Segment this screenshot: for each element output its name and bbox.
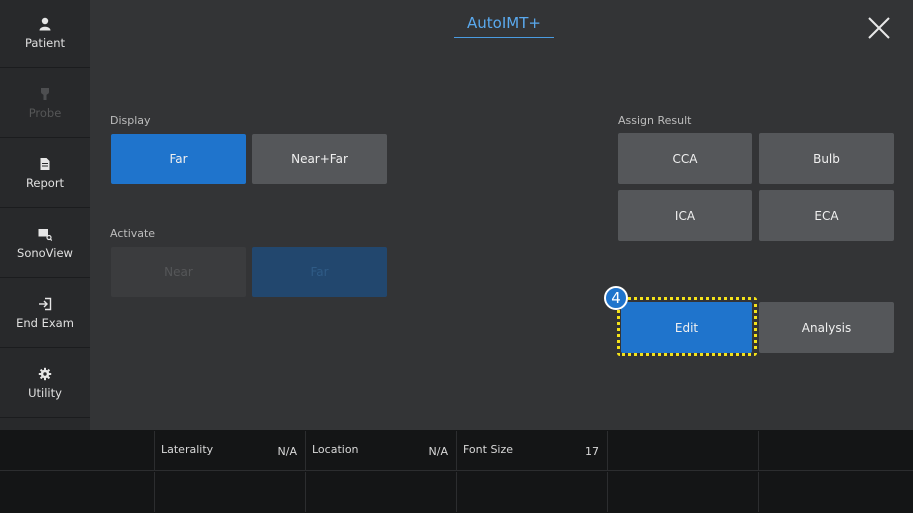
status-cell-empty bbox=[457, 472, 608, 512]
status-cell-empty bbox=[759, 431, 913, 471]
sidebar-item-sonoview[interactable]: SonoView bbox=[0, 210, 90, 278]
status-bar: Laterality N/A Location N/A Font Size 17 bbox=[0, 430, 913, 513]
display-near-far-button[interactable]: Near+Far bbox=[252, 134, 387, 184]
assign-bulb-button[interactable]: Bulb bbox=[759, 133, 894, 184]
status-cell-empty bbox=[0, 431, 155, 471]
status-cell-empty bbox=[608, 472, 759, 512]
sidebar-item-label: Patient bbox=[24, 36, 66, 50]
status-field-key: Laterality bbox=[161, 443, 214, 456]
sidebar-item-label: Utility bbox=[28, 386, 62, 400]
sidebar-item-patient[interactable]: Patient bbox=[0, 0, 90, 68]
person-icon bbox=[39, 17, 51, 31]
sidebar-item-utility[interactable]: Utility bbox=[0, 350, 90, 418]
status-cell-empty bbox=[306, 472, 457, 512]
sidebar: Patient Probe Report SonoView End Exam U… bbox=[0, 0, 90, 430]
sidebar-item-label: Report bbox=[25, 176, 65, 190]
sidebar-item-label: Probe bbox=[28, 106, 62, 120]
close-icon[interactable] bbox=[865, 14, 893, 42]
page-title: AutoIMT+ bbox=[454, 14, 554, 38]
autoimt-panel: AutoIMT+ Display Far Near+Far Activate N… bbox=[90, 0, 913, 430]
status-field-laterality: Laterality N/A bbox=[155, 431, 306, 471]
display-far-button[interactable]: Far bbox=[111, 134, 246, 184]
activate-near-button: Near bbox=[111, 247, 246, 297]
status-field-value: N/A bbox=[428, 445, 448, 458]
assign-cca-button[interactable]: CCA bbox=[618, 133, 752, 184]
assign-result-label: Assign Result bbox=[618, 114, 692, 127]
assign-ica-button[interactable]: ICA bbox=[618, 190, 752, 241]
status-field-key: Location bbox=[312, 443, 359, 456]
sidebar-item-report[interactable]: Report bbox=[0, 140, 90, 208]
document-icon bbox=[40, 158, 50, 170]
status-field-value: 17 bbox=[585, 445, 599, 458]
sidebar-item-label: SonoView bbox=[17, 246, 73, 260]
activate-label: Activate bbox=[110, 227, 156, 240]
assign-eca-button[interactable]: ECA bbox=[759, 190, 894, 241]
activate-far-button: Far bbox=[252, 247, 387, 297]
status-cell-empty bbox=[608, 431, 759, 471]
status-field-location: Location N/A bbox=[306, 431, 457, 471]
display-label: Display bbox=[110, 114, 151, 127]
status-field-value: N/A bbox=[277, 445, 297, 458]
status-cell-empty bbox=[0, 472, 155, 512]
sidebar-item-end-exam[interactable]: End Exam bbox=[0, 280, 90, 348]
edit-button[interactable]: Edit bbox=[621, 302, 752, 353]
sidebar-item-probe: Probe bbox=[0, 70, 90, 138]
analysis-button[interactable]: Analysis bbox=[759, 302, 894, 353]
gear-icon bbox=[38, 367, 52, 381]
status-cell-empty bbox=[759, 472, 913, 512]
probe-icon bbox=[41, 88, 49, 100]
sidebar-item-label: End Exam bbox=[16, 316, 74, 330]
sonoview-icon bbox=[38, 229, 52, 241]
status-cell-empty bbox=[155, 472, 306, 512]
status-field-font-size: Font Size 17 bbox=[457, 431, 608, 471]
status-field-key: Font Size bbox=[463, 443, 514, 456]
step-badge: 4 bbox=[604, 286, 628, 310]
exit-icon bbox=[39, 297, 52, 311]
